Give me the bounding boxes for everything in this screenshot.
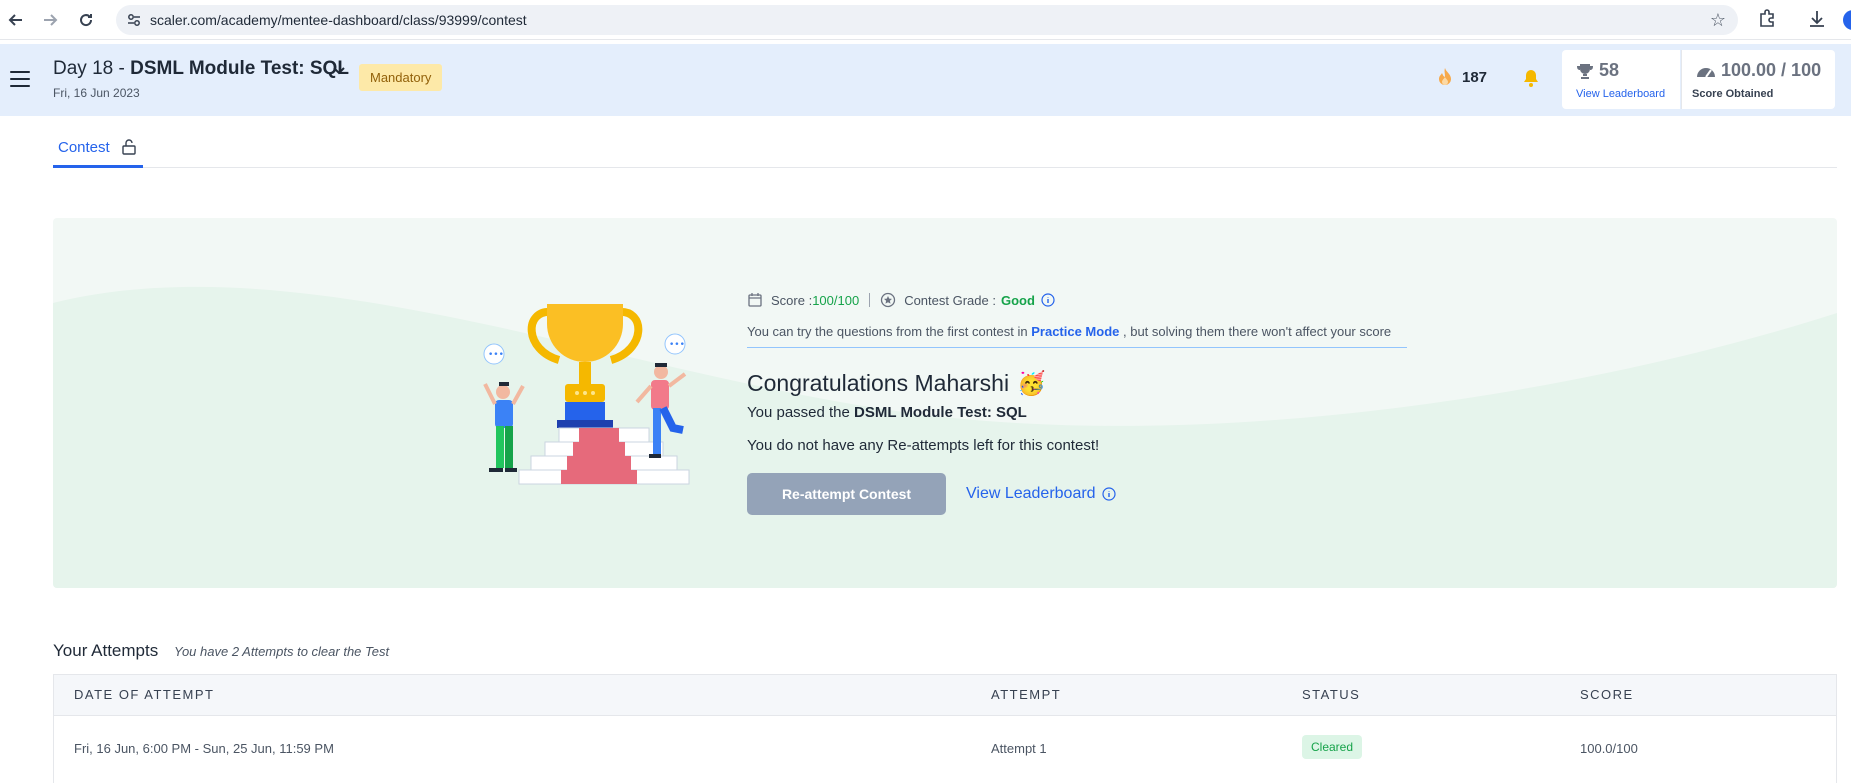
streak-count: 187 [1462, 68, 1488, 86]
column-header-score: SCORE [1580, 687, 1634, 702]
menu-icon[interactable] [10, 71, 30, 87]
chevron-down-icon[interactable] [333, 62, 345, 78]
attempts-table: DATE OF ATTEMPT ATTEMPT STATUS SCORE Fri… [53, 674, 1837, 783]
attempts-title: Your Attempts [53, 641, 159, 660]
trophy-illustration: ••• ••• [483, 304, 690, 485]
page-title[interactable]: Day 18 - DSML Module Test: SQL [53, 58, 349, 80]
no-reattempts-message: You do not have any Re-attempts left for… [747, 437, 1100, 454]
attempt-date: Fri, 16 Jun, 6:00 PM - Sun, 25 Jun, 11:5… [74, 741, 334, 756]
grade-label: Contest Grade : [904, 292, 996, 308]
class-date: Fri, 16 Jun 2023 [53, 86, 140, 100]
class-header: Day 18 - DSML Module Test: SQL Fri, 16 J… [0, 44, 1851, 116]
grade-star-icon [881, 292, 896, 308]
score-label: Score Obtained [1692, 88, 1774, 100]
practice-mode-note: You can try the questions from the first… [747, 324, 1407, 348]
column-header-status: STATUS [1302, 687, 1361, 702]
svg-text:•••: ••• [488, 350, 504, 360]
tab-contest[interactable]: Contest [53, 128, 143, 168]
score-value: 100/100 [812, 292, 860, 308]
reattempt-contest-button[interactable]: Re-attempt Contest [747, 473, 946, 515]
tab-contest-label: Contest [58, 139, 110, 156]
view-leaderboard-link[interactable]: View Leaderboard [1576, 88, 1665, 100]
module-title: DSML Module Test: SQL [130, 58, 349, 79]
download-icon[interactable] [1806, 8, 1828, 30]
mandatory-badge: Mandatory [359, 64, 443, 91]
info-icon[interactable] [1041, 293, 1055, 307]
rank-value: 58 [1576, 60, 1619, 81]
reload-icon[interactable] [74, 8, 98, 32]
extension-icon[interactable] [1756, 8, 1778, 30]
status-badge: Cleared [1302, 735, 1363, 759]
column-header-date: DATE OF ATTEMPT [74, 687, 215, 702]
score-label: Score : [771, 292, 813, 308]
attempt-score: 100.0/100 [1580, 741, 1638, 756]
congrats-heading: Congratulations Maharshi 🥳 [747, 370, 1046, 396]
browser-toolbar: scaler.com/academy/mentee-dashboard/clas… [0, 0, 1851, 40]
tab-bar: Contest [53, 128, 1837, 168]
info-icon[interactable] [1101, 487, 1116, 501]
back-icon[interactable] [4, 8, 28, 32]
table-header: DATE OF ATTEMPT ATTEMPT STATUS SCORE [54, 675, 1836, 716]
gauge-icon [1697, 67, 1715, 78]
view-leaderboard-link[interactable]: View Leaderboard [966, 485, 1116, 503]
divider [869, 293, 871, 307]
attempt-number: Attempt 1 [991, 741, 1047, 756]
column-header-attempt: ATTEMPT [991, 687, 1062, 702]
site-settings-icon[interactable] [126, 12, 142, 28]
party-face-icon: 🥳 [1017, 370, 1046, 396]
practice-mode-link[interactable]: Practice Mode [1031, 324, 1119, 339]
forward-icon[interactable] [38, 8, 62, 32]
streak-counter[interactable]: 187 [1436, 67, 1487, 87]
passed-message: You passed the DSML Module Test: SQL [747, 404, 1027, 421]
rank-card: 58 View Leaderboard [1562, 50, 1680, 109]
contest-result-panel: ••• ••• Score : 100/100 Contest Grade : … [53, 218, 1837, 588]
score-card: 100.00 / 100 Score Obtained [1681, 50, 1835, 109]
star-icon[interactable]: ☆ [1710, 10, 1726, 31]
trophy-icon [1577, 63, 1593, 79]
score-value: 100.00 / 100 [1696, 60, 1821, 81]
grade-value: Good [1000, 292, 1035, 308]
calendar-icon [748, 293, 762, 307]
attempts-note: You have 2 Attempts to clear the Test [174, 644, 390, 659]
score-summary: Score : 100/100 Contest Grade : Good [747, 292, 1055, 308]
url-text[interactable]: scaler.com/academy/mentee-dashboard/clas… [150, 12, 527, 28]
bell-icon[interactable] [1521, 68, 1541, 88]
day-prefix: Day 18 - [53, 58, 131, 79]
lock-icon [122, 139, 136, 155]
background-wave [53, 286, 1837, 588]
profile-avatar[interactable] [1843, 10, 1851, 30]
svg-text:•••: ••• [669, 340, 685, 350]
flame-icon [1439, 68, 1451, 85]
address-bar[interactable]: scaler.com/academy/mentee-dashboard/clas… [116, 5, 1738, 35]
